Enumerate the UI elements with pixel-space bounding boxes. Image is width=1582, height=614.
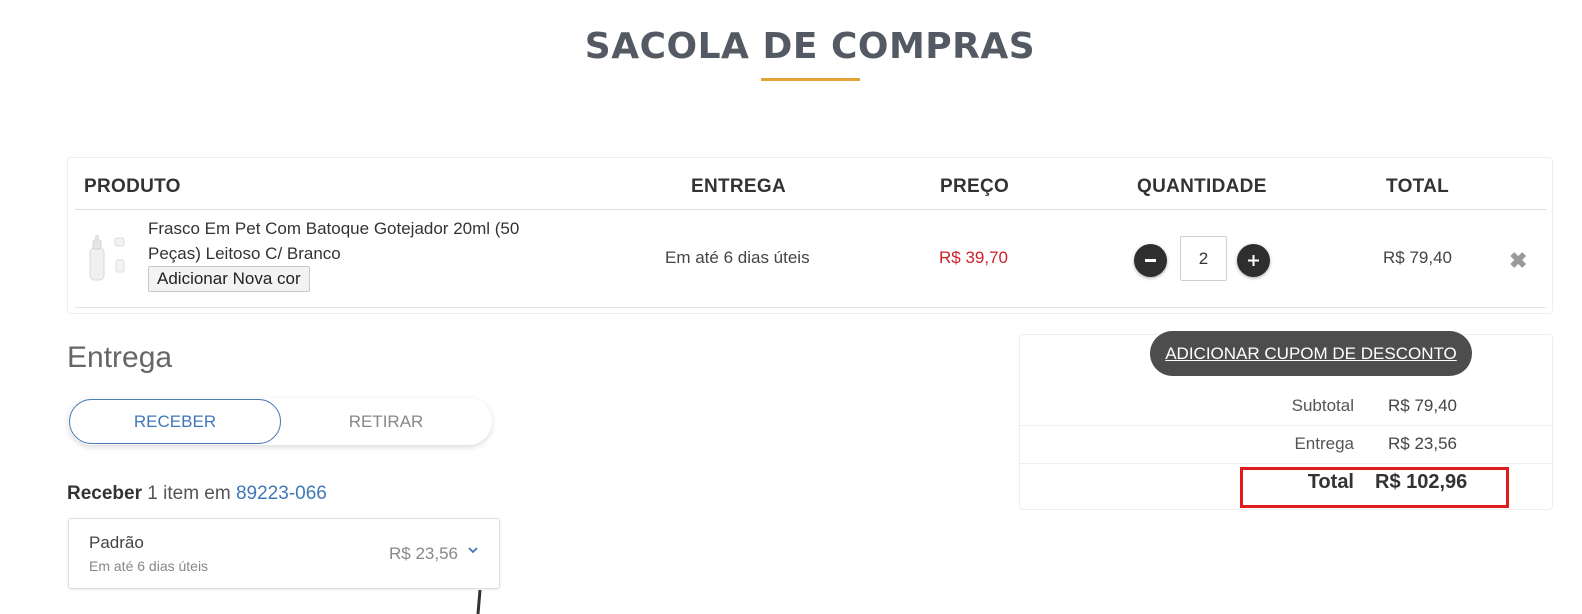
increment-button[interactable] [1237, 244, 1270, 277]
column-header-total: TOTAL [1386, 176, 1450, 197]
shipping-value: R$ 23,56 [1388, 434, 1457, 453]
minus-icon [1145, 259, 1156, 262]
column-header-entrega: ENTREGA [691, 176, 786, 197]
chevron-down-icon[interactable] [466, 543, 480, 557]
tab-receber[interactable]: RECEBER [69, 399, 281, 444]
shipping-option-price: R$ 23,56 [389, 544, 458, 563]
column-header-preco: PREÇO [940, 176, 1010, 197]
receber-label: Receber [67, 483, 142, 504]
subtotal-value: R$ 79,40 [1388, 396, 1457, 415]
shipping-label: Entrega [1294, 434, 1354, 453]
item-count-text: 1 item em [147, 483, 231, 504]
shipping-option-name: Padrão [89, 533, 144, 552]
summary-divider [1020, 463, 1552, 464]
quantity-input[interactable] [1180, 236, 1227, 281]
close-icon: ✖ [1509, 248, 1528, 273]
product-name[interactable]: Frasco Em Pet Com Batoque Gotejador 20ml… [148, 216, 568, 266]
remove-item-button[interactable]: ✖ [1509, 248, 1527, 274]
line-total: R$ 79,40 [1383, 248, 1452, 267]
title-underline [761, 78, 860, 81]
delivery-estimate: Em até 6 dias úteis [665, 248, 810, 267]
total-highlight-box [1240, 467, 1509, 508]
pen-mark [476, 590, 482, 614]
subtotal-label: Subtotal [1291, 396, 1354, 415]
shipping-option-eta: Em até 6 dias úteis [89, 558, 209, 574]
column-header-quantidade: QUANTIDADE [1137, 176, 1267, 197]
page-title: SACOLA DE COMPRAS [584, 26, 1036, 67]
header-divider [75, 209, 1546, 210]
product-thumbnail[interactable] [82, 234, 132, 286]
decrement-button[interactable] [1134, 244, 1167, 277]
add-coupon-button[interactable]: ADICIONAR CUPOM DE DESCONTO [1150, 331, 1472, 376]
cep-link[interactable]: 89223-066 [236, 483, 327, 504]
plus-icon [1248, 255, 1259, 266]
row-divider [75, 307, 1546, 308]
unit-price: R$ 39,70 [939, 248, 1008, 267]
delivery-heading: Entrega [67, 341, 173, 374]
add-new-color-button[interactable]: Adicionar Nova cor [148, 266, 310, 292]
column-header-produto: PRODUTO [84, 176, 181, 197]
delivery-summary-line: Receber 1 item em 89223-066 [67, 483, 327, 505]
tab-retirar[interactable]: RETIRAR [281, 399, 491, 444]
summary-divider [1020, 425, 1552, 426]
